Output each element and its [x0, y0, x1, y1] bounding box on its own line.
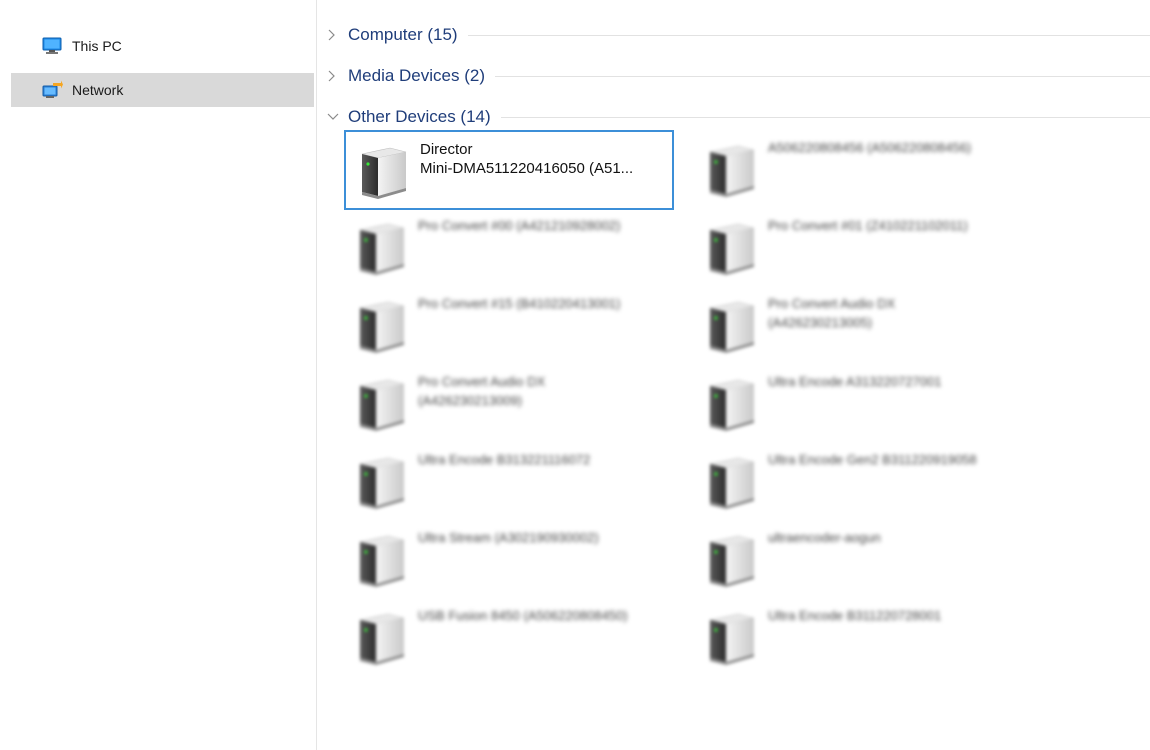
device-label: Pro Convert Audio DX (A426230213005)	[768, 294, 1018, 332]
device-name-line2: (A426230213005)	[768, 315, 873, 330]
device-label: Ultra Encode B313221116072	[418, 450, 668, 469]
device-name-line1: Pro Convert Audio DX	[768, 296, 896, 311]
network-device-icon	[352, 370, 408, 436]
device-name-line1: Pro Convert #01 (Z410221102011)	[768, 218, 968, 233]
group-header-media-devices[interactable]: Media Devices (2)	[327, 63, 1150, 89]
device-label: A506220808456 (A506220808456)	[768, 138, 1018, 157]
network-device-icon	[352, 604, 408, 670]
network-device-icon	[702, 136, 758, 202]
device-name-line1: Ultra Encode Gen2 B311220919058	[768, 452, 977, 467]
device-label: USB Fusion 8450 (A506220808450)	[418, 606, 668, 625]
chevron-right-icon	[327, 29, 341, 41]
network-device-icon	[702, 604, 758, 670]
network-device-icon	[702, 448, 758, 514]
network-device-icon	[702, 526, 758, 592]
device-label: Pro Convert #00 (A421210928002)	[418, 216, 668, 235]
device-name-line1: USB Fusion 8450 (A506220808450)	[418, 608, 628, 623]
network-device-icon	[702, 292, 758, 358]
group-header-computer[interactable]: Computer (15)	[327, 22, 1150, 48]
content-pane: Computer (15) Media Devices (2) Other De…	[317, 0, 1150, 750]
device-label: Ultra Stream (A302190930002)	[418, 528, 668, 547]
navigation-pane: This PC Network	[0, 0, 317, 750]
device-label: Ultra Encode Gen2 B311220919058	[768, 450, 1018, 469]
device-tile[interactable]: Pro Convert Audio DX (A426230213005)	[694, 286, 1024, 366]
device-label: Ultra Encode B311220728001	[768, 606, 1018, 625]
chevron-right-icon	[327, 70, 341, 82]
group-header-other-devices[interactable]: Other Devices (14)	[327, 104, 1150, 130]
device-tile[interactable]: Pro Convert Audio DX (A426230213009)	[344, 364, 674, 444]
network-device-icon	[352, 214, 408, 280]
device-tile[interactable]: Director Mini-DMA511220416050 (A51...	[344, 130, 674, 210]
device-name-line1: Pro Convert Audio DX	[418, 374, 546, 389]
device-name-line1: Ultra Encode B313221116072	[418, 452, 591, 467]
device-tile[interactable]: Pro Convert #15 (B410220413001)	[344, 286, 674, 366]
device-name-line2: Mini-DMA511220416050 (A51...	[420, 160, 634, 177]
device-label: ultraencoder-aogun	[768, 528, 1018, 547]
network-icon	[41, 80, 63, 100]
device-tile[interactable]: Ultra Encode Gen2 B311220919058	[694, 442, 1024, 522]
device-name-line1: Ultra Stream (A302190930002)	[418, 530, 599, 545]
group-title: Other Devices (14)	[348, 107, 491, 126]
device-name-line1: Ultra Encode A313220727001	[768, 374, 942, 389]
device-tile[interactable]: USB Fusion 8450 (A506220808450)	[344, 598, 674, 678]
device-tile[interactable]: Ultra Stream (A302190930002)	[344, 520, 674, 600]
group-divider	[467, 34, 1150, 36]
network-device-icon	[354, 138, 410, 204]
device-tile[interactable]: Ultra Encode A313220727001	[694, 364, 1024, 444]
device-name-line1: ultraencoder-aogun	[768, 530, 881, 545]
nav-item-label: Network	[72, 82, 124, 98]
device-label: Director Mini-DMA511220416050 (A51...	[420, 140, 670, 178]
device-tile[interactable]: ultraencoder-aogun	[694, 520, 1024, 600]
group-divider	[500, 116, 1150, 118]
network-device-icon	[702, 370, 758, 436]
network-device-icon	[352, 448, 408, 514]
device-tile[interactable]: Ultra Encode B313221116072	[344, 442, 674, 522]
group-divider	[495, 75, 1150, 77]
group-title: Computer (15)	[348, 25, 458, 44]
device-name-line1: Director	[420, 141, 473, 158]
device-label: Pro Convert #15 (B410220413001)	[418, 294, 668, 313]
nav-item-this-pc[interactable]: This PC	[11, 29, 314, 63]
device-label: Pro Convert Audio DX (A426230213009)	[418, 372, 668, 410]
device-label: Pro Convert #01 (Z410221102011)	[768, 216, 1018, 235]
network-device-icon	[352, 526, 408, 592]
network-device-icon	[352, 292, 408, 358]
nav-item-label: This PC	[72, 38, 122, 54]
chevron-down-icon	[327, 112, 341, 122]
device-name-line1: A506220808456 (A506220808456)	[768, 140, 972, 155]
device-tile[interactable]: A506220808456 (A506220808456)	[694, 130, 1024, 210]
device-tile[interactable]: Pro Convert #01 (Z410221102011)	[694, 208, 1024, 288]
device-name-line2: (A426230213009)	[418, 393, 523, 408]
device-tile[interactable]: Pro Convert #00 (A421210928002)	[344, 208, 674, 288]
nav-item-network[interactable]: Network	[11, 73, 314, 107]
monitor-icon	[41, 36, 63, 56]
device-name-line1: Ultra Encode B311220728001	[768, 608, 942, 623]
network-device-icon	[702, 214, 758, 280]
device-name-line1: Pro Convert #15 (B410220413001)	[418, 296, 621, 311]
device-label: Ultra Encode A313220727001	[768, 372, 1018, 391]
group-title: Media Devices (2)	[348, 66, 485, 85]
device-name-line1: Pro Convert #00 (A421210928002)	[418, 218, 621, 233]
device-tile[interactable]: Ultra Encode B311220728001	[694, 598, 1024, 678]
